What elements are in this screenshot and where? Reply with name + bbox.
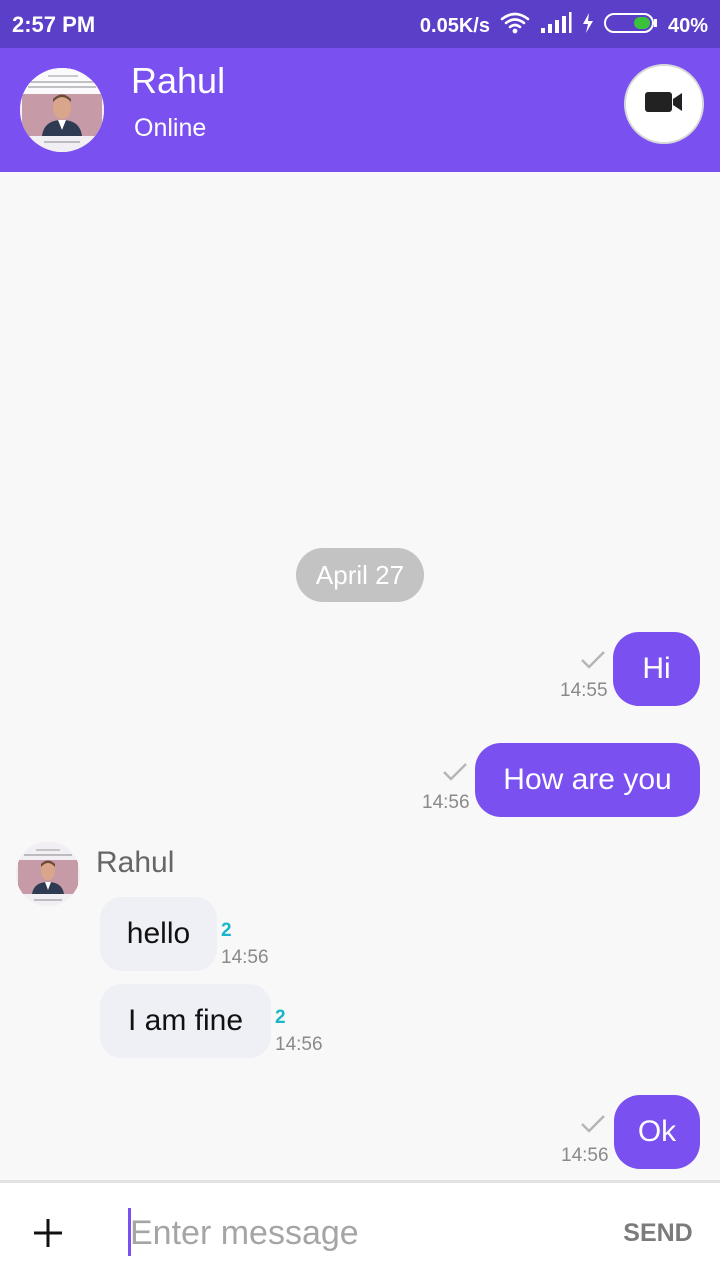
battery-percent: 40% — [667, 14, 708, 37]
date-separator: April 27 — [296, 548, 424, 602]
sender-name: Rahul — [96, 846, 175, 879]
add-attachment-button[interactable] — [28, 1213, 68, 1253]
read-count: 2 — [275, 1007, 286, 1028]
status-right: 0.05K/s 40% — [420, 12, 708, 40]
signal-icon — [540, 12, 572, 40]
sent-check-icon — [442, 762, 468, 787]
video-camera-icon — [644, 90, 684, 119]
message-time: 14:56 — [275, 1034, 323, 1055]
outgoing-message[interactable]: How are you — [475, 743, 700, 817]
message-time: 14:56 — [422, 792, 470, 813]
video-call-button[interactable] — [624, 64, 704, 144]
sent-check-icon — [580, 1114, 606, 1139]
incoming-message[interactable]: I am fine — [100, 984, 271, 1058]
send-button[interactable]: SEND — [606, 1205, 710, 1261]
message-time: 14:56 — [221, 947, 269, 968]
contact-status: Online — [134, 114, 207, 142]
sent-check-icon — [580, 650, 606, 675]
contact-name: Rahul — [131, 60, 226, 101]
status-time: 2:57 PM — [12, 12, 96, 37]
battery-icon — [603, 12, 658, 40]
outgoing-message[interactable]: Hi — [613, 632, 700, 706]
outgoing-message[interactable]: Ok — [614, 1095, 700, 1169]
contact-avatar[interactable] — [20, 68, 104, 152]
status-bar: 2:57 PM 0.05K/s 40% — [0, 0, 720, 48]
network-speed: 0.05K/s — [419, 14, 490, 37]
message-input[interactable] — [130, 1205, 600, 1261]
charging-icon — [582, 12, 594, 40]
message-time: 14:55 — [560, 680, 608, 701]
chat-header: Rahul Online — [0, 48, 720, 172]
wifi-icon — [500, 12, 530, 40]
sender-avatar[interactable] — [16, 842, 80, 906]
compose-bar: SEND — [0, 1180, 720, 1280]
plus-icon — [34, 1219, 62, 1247]
message-time: 14:56 — [561, 1145, 609, 1166]
read-count: 2 — [221, 920, 232, 941]
message-list[interactable]: April 27 14:55 Hi 14:56 How are you Rahu… — [0, 172, 720, 1180]
incoming-message[interactable]: hello — [100, 897, 217, 971]
